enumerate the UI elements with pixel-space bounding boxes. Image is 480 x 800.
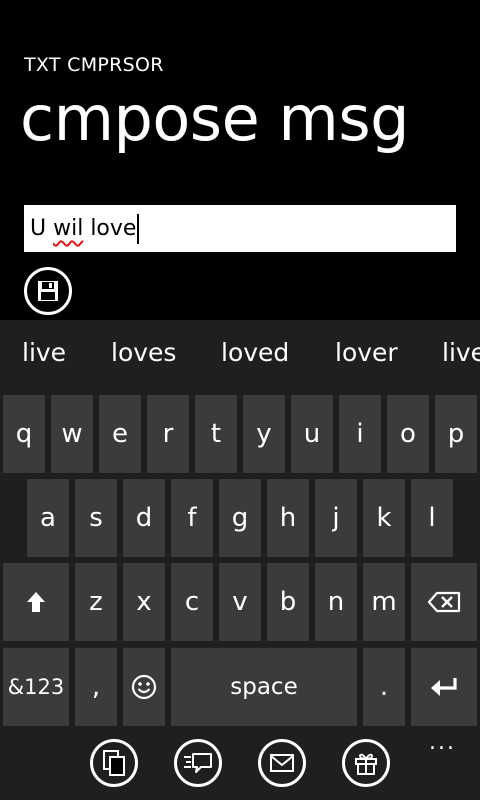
email-icon <box>270 754 294 772</box>
key-j[interactable]: j <box>315 479 357 557</box>
key-z[interactable]: z <box>75 563 117 641</box>
key-n[interactable]: n <box>315 563 357 641</box>
save-icon <box>38 281 58 301</box>
gift-icon <box>355 753 377 775</box>
backspace-key[interactable] <box>411 563 477 641</box>
key-c[interactable]: c <box>171 563 213 641</box>
key-t[interactable]: t <box>195 395 237 473</box>
more-options-button[interactable]: ... <box>429 730 456 755</box>
copy-icon <box>103 750 125 776</box>
key-b[interactable]: b <box>267 563 309 641</box>
email-button[interactable] <box>258 739 306 787</box>
key-g[interactable]: g <box>219 479 261 557</box>
key-m[interactable]: m <box>363 563 405 641</box>
shift-arrow-icon <box>27 592 45 612</box>
smiley-icon <box>131 674 157 700</box>
on-screen-keyboard: live loves loved lover live qwertyuiop a… <box>0 320 480 730</box>
app-bar: ... <box>0 730 480 800</box>
key-y[interactable]: y <box>243 395 285 473</box>
suggestion-bar: live loves loved lover live <box>0 320 480 386</box>
key-e[interactable]: e <box>99 395 141 473</box>
suggestion-item[interactable]: loved <box>221 338 289 367</box>
key-o[interactable]: o <box>387 395 429 473</box>
key-i[interactable]: i <box>339 395 381 473</box>
key-s[interactable]: s <box>75 479 117 557</box>
key-v[interactable]: v <box>219 563 261 641</box>
enter-icon <box>431 678 457 696</box>
message-button[interactable] <box>174 739 222 787</box>
message-input[interactable]: U wil love <box>24 205 456 252</box>
key-a[interactable]: a <box>27 479 69 557</box>
gift-button[interactable] <box>342 739 390 787</box>
key-h[interactable]: h <box>267 479 309 557</box>
misspelled-word[interactable]: wil <box>53 216 83 241</box>
suggestion-item[interactable]: live <box>22 338 66 367</box>
copy-button[interactable] <box>90 739 138 787</box>
page-title: cmpose msg <box>20 82 409 155</box>
suggestion-item[interactable]: live <box>442 338 480 367</box>
key-q[interactable]: q <box>3 395 45 473</box>
space-key[interactable]: space <box>171 648 357 726</box>
key-x[interactable]: x <box>123 563 165 641</box>
symbols-key[interactable]: &123 <box>3 648 69 726</box>
emoji-key[interactable] <box>123 648 165 726</box>
backspace-icon <box>427 591 461 613</box>
message-icon <box>184 753 212 773</box>
key-f[interactable]: f <box>171 479 213 557</box>
period-key[interactable]: . <box>363 648 405 726</box>
key-p[interactable]: p <box>435 395 477 473</box>
save-button[interactable] <box>24 267 72 315</box>
message-word: U <box>30 216 54 241</box>
key-l[interactable]: l <box>411 479 453 557</box>
key-d[interactable]: d <box>123 479 165 557</box>
suggestion-item[interactable]: loves <box>111 338 176 367</box>
app-title: TXT CMPRSOR <box>24 54 164 76</box>
key-w[interactable]: w <box>51 395 93 473</box>
message-word: love <box>83 216 137 241</box>
key-u[interactable]: u <box>291 395 333 473</box>
key-k[interactable]: k <box>363 479 405 557</box>
text-caret <box>137 214 140 244</box>
shift-key[interactable] <box>3 563 69 641</box>
enter-key[interactable] <box>411 648 477 726</box>
key-r[interactable]: r <box>147 395 189 473</box>
comma-key[interactable]: , <box>75 648 117 726</box>
suggestion-item[interactable]: lover <box>335 338 398 367</box>
